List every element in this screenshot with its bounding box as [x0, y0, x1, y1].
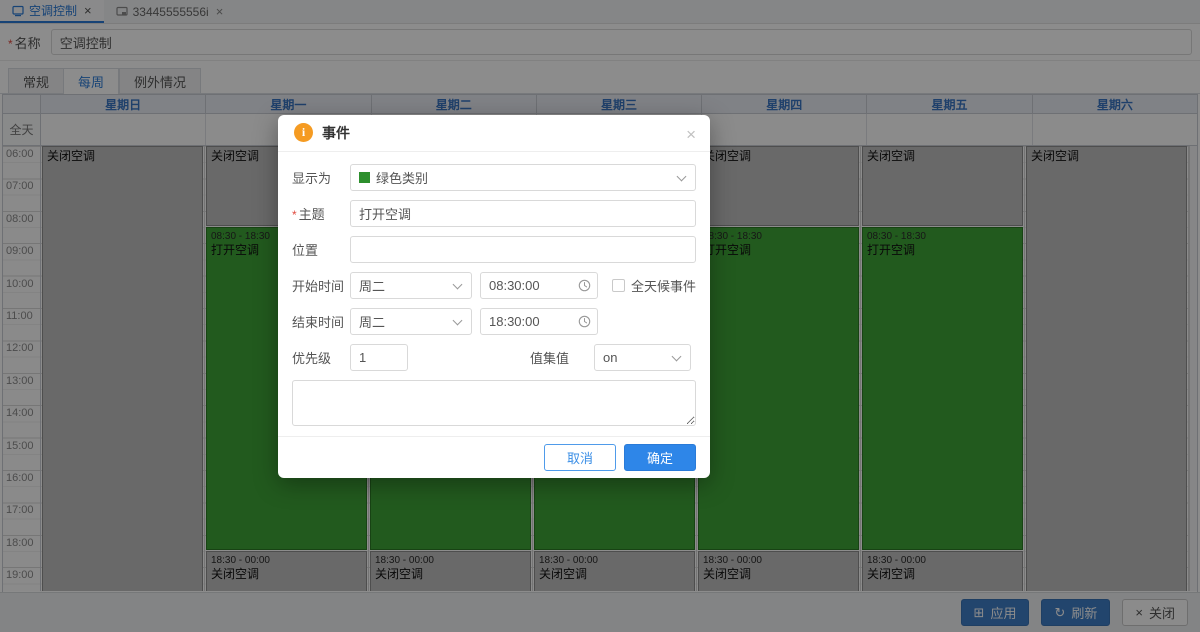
green-category-swatch	[359, 172, 370, 183]
dialog-header: i 事件 ×	[278, 115, 710, 152]
chevron-down-icon	[672, 352, 682, 362]
dialog-body: 显示为 绿色类别 *主题 位置 开始时间 周二	[278, 152, 710, 426]
end-time-label: 结束时间	[292, 312, 350, 331]
clock-icon	[578, 279, 591, 292]
location-input[interactable]	[350, 236, 696, 263]
chevron-down-icon	[677, 172, 687, 182]
subject-input[interactable]	[350, 200, 696, 227]
display-as-label: 显示为	[292, 168, 350, 187]
clock-icon	[578, 315, 591, 328]
dialog-close-icon[interactable]: ×	[686, 125, 696, 145]
start-time-label: 开始时间	[292, 276, 350, 295]
info-icon: i	[294, 123, 313, 142]
start-day-select[interactable]: 周二	[350, 272, 472, 299]
dialog-title: 事件	[322, 123, 350, 143]
subject-label: *主题	[292, 204, 350, 223]
value-set-label: 值集值	[530, 348, 594, 367]
cancel-button[interactable]: 取消	[544, 444, 616, 471]
ok-button[interactable]: 确定	[624, 444, 696, 471]
end-day-select[interactable]: 周二	[350, 308, 472, 335]
location-label: 位置	[292, 240, 350, 259]
description-textarea[interactable]	[292, 380, 696, 426]
display-as-select[interactable]: 绿色类别	[350, 164, 696, 191]
chevron-down-icon	[453, 280, 463, 290]
priority-label: 优先级	[292, 348, 350, 367]
allday-checkbox-label: 全天候事件	[631, 276, 696, 295]
value-set-select[interactable]: on	[594, 344, 691, 371]
event-dialog: i 事件 × 显示为 绿色类别 *主题 位置 开始时间 周二	[278, 115, 710, 478]
chevron-down-icon	[453, 316, 463, 326]
priority-input[interactable]	[350, 344, 408, 371]
allday-checkbox[interactable]	[612, 279, 625, 292]
dialog-footer: 取消 确定	[278, 436, 710, 478]
